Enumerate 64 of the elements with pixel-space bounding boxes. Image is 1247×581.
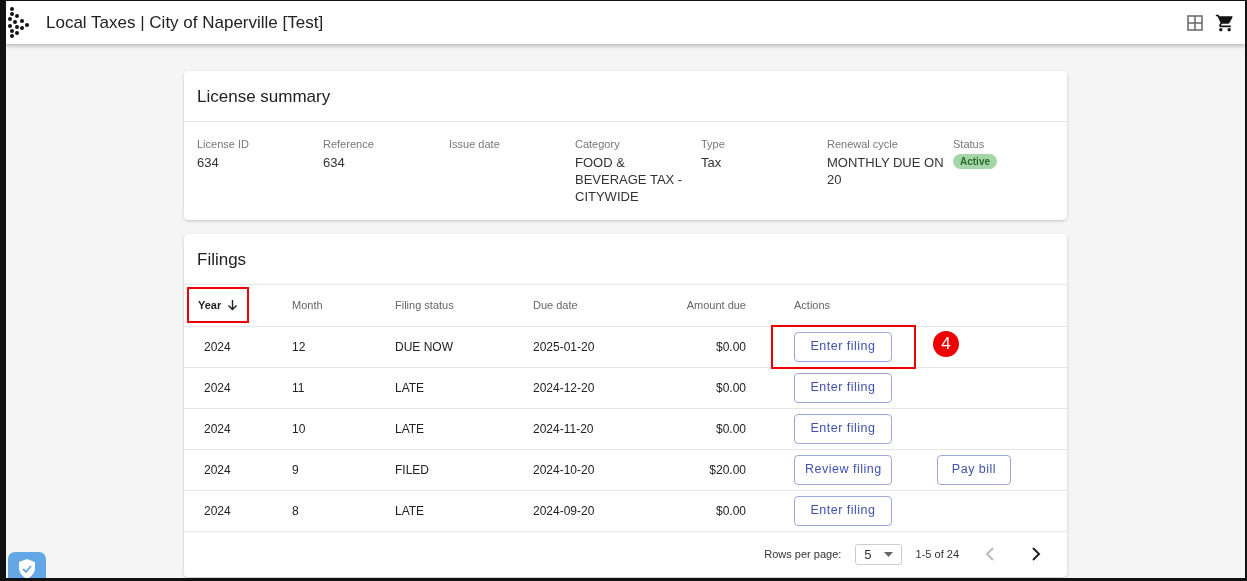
grid-icon[interactable] (1187, 14, 1203, 31)
table-cell: DUE NOW (395, 339, 453, 354)
action-button[interactable]: Enter filing (794, 413, 892, 444)
rows-per-page-select[interactable]: 5 (855, 543, 902, 565)
table-cell: 2024 (204, 421, 231, 436)
field-label: Issue date (449, 138, 501, 150)
field-value: 634 (197, 154, 220, 171)
field-label: Category (575, 138, 621, 150)
field-value: 634 (323, 154, 346, 171)
action-button[interactable]: Review filing (794, 454, 892, 485)
sort-arrow-icon (227, 299, 239, 312)
highlighted-column-header[interactable]: Year (187, 287, 250, 324)
table-cell: 2024 (204, 339, 231, 354)
column-header: Month (292, 299, 323, 312)
table-cell: $0.00 (715, 339, 746, 354)
action-button[interactable]: Enter filing (794, 372, 892, 403)
rows-per-page-label: Rows per page: (764, 548, 842, 560)
table-cell: FILED (395, 462, 429, 477)
column-header: Due date (533, 299, 578, 312)
table-cell: 10 (292, 421, 306, 436)
table-cell: 2024-10-20 (533, 462, 595, 477)
field-label: Renewal cycle (827, 138, 899, 150)
field-value: Tax (701, 154, 723, 171)
table-cell: LATE (395, 421, 425, 436)
table-cell: 2024 (204, 503, 231, 518)
next-page-icon[interactable] (1031, 547, 1041, 561)
app-title: Local Taxes | City of Naperville [Test] (46, 12, 325, 33)
dropdown-caret-icon (883, 551, 893, 557)
action-button[interactable]: Enter filing (794, 495, 892, 526)
table-cell: 2024 (204, 380, 231, 395)
field-label: Status (953, 138, 986, 150)
table-cell: 2025-01-20 (533, 339, 595, 354)
step-badge: 4 (933, 330, 959, 357)
table-cell: 9 (292, 462, 299, 477)
column-header: Actions (794, 299, 831, 312)
card-title: License summary (184, 71, 1067, 122)
table-cell: $20.00 (709, 462, 746, 477)
column-header: Filing status (395, 299, 454, 312)
field-value: FOOD & BEVERAGE TAX - CITYWIDE (575, 154, 684, 205)
action-button[interactable]: Pay bill (937, 454, 1011, 485)
table-cell: LATE (395, 503, 425, 518)
table-cell: $0.00 (715, 380, 746, 395)
table-cell: 2024 (204, 462, 231, 477)
table-cell: $0.00 (715, 503, 746, 518)
security-badge[interactable] (8, 552, 46, 578)
field-value: MONTHLY DUE ON 20 (827, 154, 945, 188)
field-label: Type (701, 138, 726, 150)
table-cell: 2024-09-20 (533, 503, 595, 518)
table-cell: 8 (292, 503, 299, 518)
table-cell: 12 (292, 339, 306, 354)
field-label: License ID (197, 138, 250, 150)
action-button[interactable]: Enter filing (794, 331, 892, 362)
table-cell: LATE (395, 380, 425, 395)
table-cell: 2024-11-20 (533, 421, 594, 436)
status-chip: Active (953, 154, 997, 169)
table-cell: 11 (292, 380, 305, 395)
card-title: Filings (184, 234, 1067, 285)
field-label: Reference (323, 138, 375, 150)
table-cell: 2024-12-20 (533, 380, 595, 395)
page-range: 1-5 of 24 (915, 548, 959, 560)
cart-icon[interactable] (1215, 12, 1235, 33)
table-cell: $0.00 (715, 421, 746, 436)
shield-check-icon (17, 558, 37, 578)
column-header: Amount due (686, 299, 746, 312)
